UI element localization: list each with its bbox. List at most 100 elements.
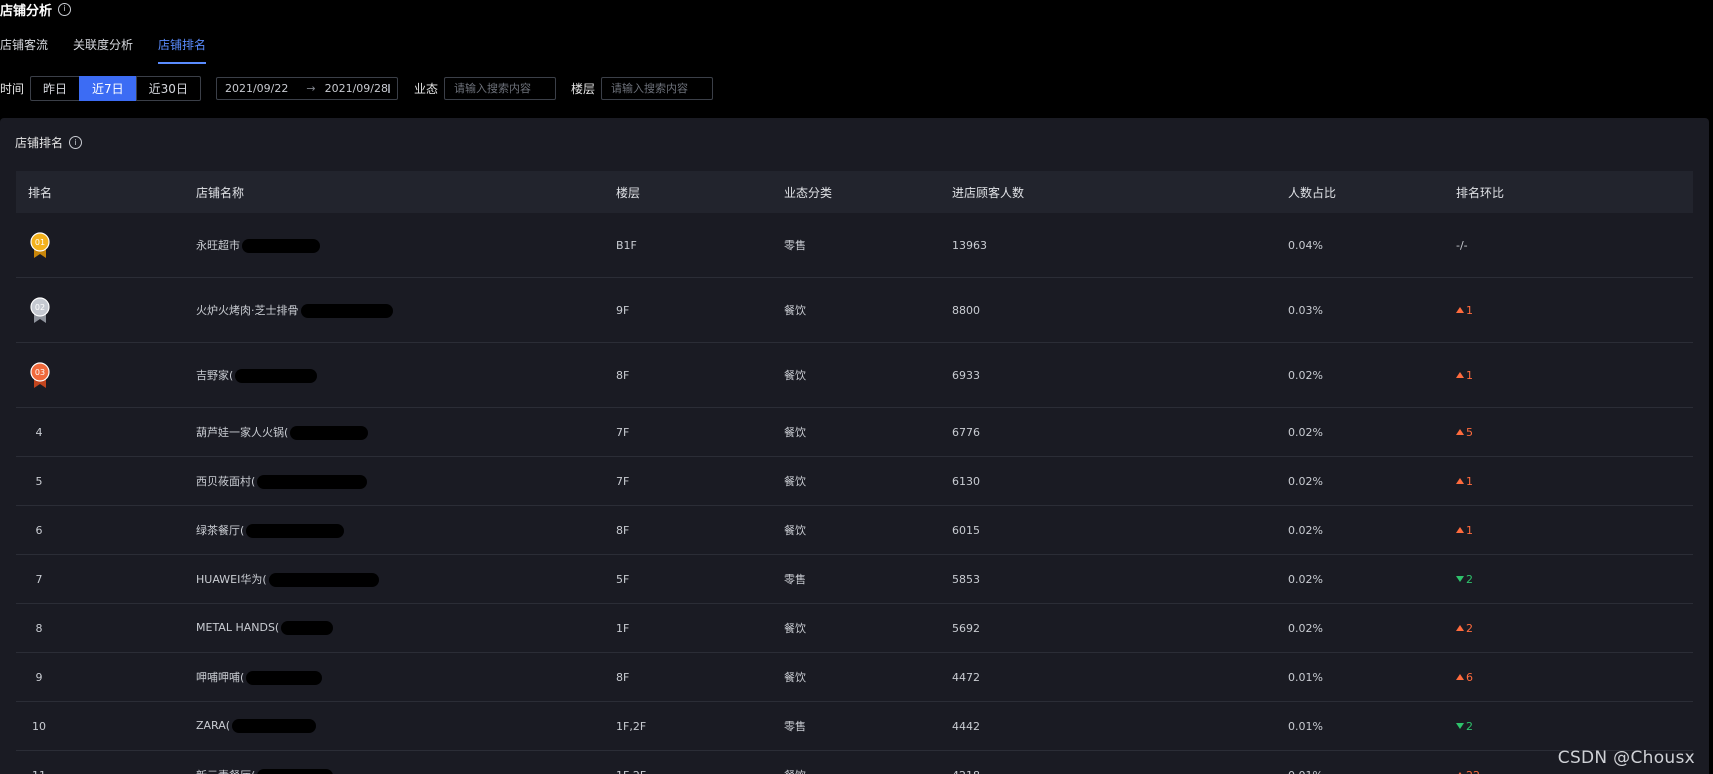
info-icon[interactable]: i: [69, 136, 83, 149]
col-rank[interactable]: 排名: [16, 171, 184, 213]
store-name-cell: 呷哺呷哺(: [184, 652, 604, 702]
tab-correlation-analysis[interactable]: 关联度分析: [73, 36, 133, 64]
time-30days-button[interactable]: 近30日: [135, 76, 201, 101]
category-cell: 餐饮: [772, 505, 940, 555]
col-rank-change[interactable]: 排名环比: [1444, 171, 1693, 213]
store-name[interactable]: 新元素餐厅(: [196, 769, 255, 774]
col-store-name[interactable]: 店铺名称: [184, 171, 604, 213]
store-name-cell: 永旺超市: [184, 213, 604, 278]
medal-rank-text: 03: [35, 368, 45, 377]
category-cell: 餐饮: [772, 342, 940, 408]
table-row[interactable]: 11 新元素餐厅(1F,2F餐饮42180.01% 22: [16, 750, 1693, 774]
visitors-cell: 4472: [940, 652, 1276, 702]
visitors-cell: 6933: [940, 342, 1276, 408]
panel-header: 店铺排名 i: [15, 134, 83, 151]
store-name[interactable]: 绿茶餐厅(: [196, 524, 244, 537]
table-row[interactable]: 9 呷哺呷哺(8F 餐饮 4472 0.01% 6: [16, 652, 1693, 702]
rank-change-value: 2: [1466, 621, 1473, 635]
rank-change-value: 2: [1466, 572, 1473, 586]
tab-store-ranking[interactable]: 店铺排名: [158, 36, 207, 64]
panel-title: 店铺排名: [15, 136, 64, 150]
arrow-right-icon: →: [306, 82, 316, 95]
rank-cell: 9: [16, 652, 184, 702]
redaction-mark: [246, 671, 323, 685]
rank-change-cell: 6: [1444, 652, 1693, 702]
floor-cell: 8F: [604, 652, 772, 702]
ratio-cell: 0.01%: [1276, 701, 1444, 751]
rank-number: 11: [16, 769, 62, 774]
floor-cell: 7F: [604, 456, 772, 506]
floor-cell: 1F,2F: [604, 701, 772, 751]
arrow-up-icon: [1456, 428, 1464, 435]
floor-cell: 7F: [604, 407, 772, 457]
time-range-toggle: 昨日 近7日 近30日: [30, 76, 201, 101]
rank-cell: 6: [16, 505, 184, 555]
category-cell: 餐饮: [772, 750, 940, 774]
category-cell: 餐饮: [772, 456, 940, 506]
rank-number: 9: [35, 670, 43, 684]
filter-bar: 时间 昨日 近7日 近30日 2021/09/22 → 2021/09/28 业…: [0, 76, 713, 101]
col-category[interactable]: 业态分类: [772, 171, 940, 213]
business-search-input[interactable]: [443, 77, 556, 100]
table-row[interactable]: 10 ZARA(1F,2F 零售 4442 0.01% 2: [16, 701, 1693, 751]
floor-cell: 5F: [604, 554, 772, 604]
table-row[interactable]: 01 永旺超市 B1F 零售 13963 0.04% -/-: [16, 213, 1693, 278]
store-name[interactable]: 永旺超市: [196, 239, 240, 252]
store-name[interactable]: HUAWEI华为(: [196, 573, 267, 586]
date-start: 2021/09/22: [224, 82, 289, 95]
date-range-picker[interactable]: 2021/09/22 → 2021/09/28: [215, 77, 398, 100]
rank-change-value: 22: [1466, 769, 1480, 774]
store-name-cell: METAL HANDS(: [184, 603, 604, 653]
redaction-mark: [268, 573, 379, 587]
table-row[interactable]: 7 HUAWEI华为(5F 零售 5853 0.02% 2: [16, 554, 1693, 604]
store-name[interactable]: 吉野家(: [196, 369, 233, 382]
visitors-cell: 6130: [940, 456, 1276, 506]
category-cell: 餐饮: [772, 652, 940, 702]
table-row[interactable]: 5 西贝莜面村(7F 餐饮 6130 0.02% 1: [16, 456, 1693, 506]
store-name[interactable]: 呷哺呷哺(: [196, 671, 244, 684]
table-row[interactable]: 03 吉野家(8F 餐饮 6933 0.02% 1: [16, 342, 1693, 408]
category-cell: 零售: [772, 213, 940, 278]
store-name[interactable]: METAL HANDS(: [196, 621, 279, 634]
category-cell: 零售: [772, 554, 940, 604]
rank-number: 7: [35, 572, 43, 586]
rank-change-cell: 2: [1444, 554, 1693, 604]
col-ratio[interactable]: 人数占比: [1276, 171, 1444, 213]
col-visitors[interactable]: 进店顾客人数: [940, 171, 1276, 213]
store-name[interactable]: 葫芦娃一家人火锅(: [196, 426, 288, 439]
store-name[interactable]: 西贝莜面村(: [196, 475, 255, 488]
ratio-cell: 0.02%: [1276, 342, 1444, 408]
arrow-up-icon: [1456, 477, 1464, 484]
col-floor[interactable]: 楼层: [604, 171, 772, 213]
redaction-mark: [246, 524, 345, 538]
table-row[interactable]: 6 绿茶餐厅(8F 餐饮 6015 0.02% 1: [16, 505, 1693, 555]
rank-number: 5: [35, 474, 43, 488]
table-row[interactable]: 4 葫芦娃一家人火锅(7F 餐饮 6776 0.02% 5: [16, 407, 1693, 457]
rank-cell: 8: [16, 603, 184, 653]
rank-change-value: 1: [1466, 368, 1473, 382]
visitors-cell: 6015: [940, 505, 1276, 555]
rank-change-cell: 5: [1444, 407, 1693, 457]
time-yesterday-button[interactable]: 昨日: [30, 76, 81, 101]
store-name-cell: 葫芦娃一家人火锅(: [184, 407, 604, 457]
medal-rank-text: 02: [35, 303, 45, 312]
info-icon[interactable]: i: [58, 2, 72, 16]
rank-change-value: 2: [1466, 719, 1473, 733]
rank-change-cell: 2: [1444, 603, 1693, 653]
page-title-bar: 店铺分析 i: [0, 0, 72, 19]
ranking-table-wrap: 排名 店铺名称 楼层 业态分类 进店顾客人数 人数占比 排名环比 01 永旺超市 B…: [16, 171, 1693, 774]
rank-change-cell: -/-: [1444, 213, 1693, 278]
table-row[interactable]: 8 METAL HANDS(1F 餐饮 5692 0.02% 2: [16, 603, 1693, 653]
store-name-cell: 火炉火烤肉·芝士排骨: [184, 277, 604, 343]
time-7days-button[interactable]: 近7日: [79, 76, 137, 101]
time-label: 时间: [0, 82, 25, 96]
rank-cell: 02: [16, 277, 184, 343]
store-name[interactable]: 火炉火烤肉·芝士排骨: [196, 304, 299, 317]
floor-search-input[interactable]: [600, 77, 713, 100]
visitors-cell: 5692: [940, 603, 1276, 653]
business-label: 业态: [413, 82, 438, 96]
tab-store-traffic[interactable]: 店铺客流: [0, 36, 48, 64]
store-name[interactable]: ZARA(: [196, 719, 230, 732]
table-row[interactable]: 02 火炉火烤肉·芝士排骨 9F 餐饮 8800 0.03% 1: [16, 277, 1693, 343]
visitors-cell: 4218: [940, 750, 1276, 774]
